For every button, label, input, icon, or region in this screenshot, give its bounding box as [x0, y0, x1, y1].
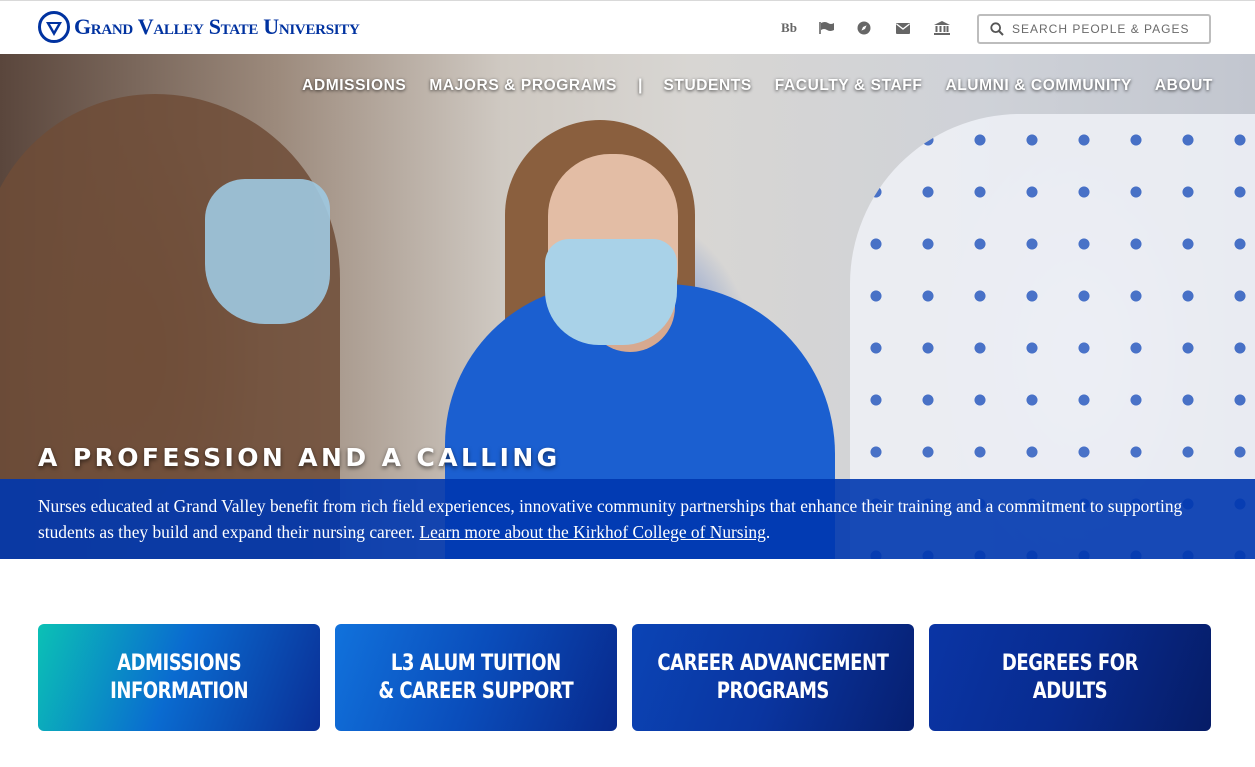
hero-headline: A Profession and a Calling [38, 443, 561, 472]
card-label: Degrees for Adults [1001, 650, 1139, 704]
main-navigation: Admissions Majors & Programs | Students … [302, 77, 1213, 95]
l3-alum-tuition-card[interactable]: L3 Alum Tuition & Career Support [335, 624, 617, 731]
nav-students[interactable]: Students [663, 77, 751, 95]
nav-about[interactable]: About [1155, 77, 1213, 95]
hero-caption-bar: Nurses educated at Grand Valley benefit … [0, 479, 1255, 559]
search-icon [990, 22, 1004, 36]
mail-icon[interactable] [892, 18, 914, 38]
nav-admissions[interactable]: Admissions [302, 77, 406, 95]
gvsu-logo-link[interactable]: Grand Valley State University [38, 10, 360, 44]
degrees-for-adults-card[interactable]: Degrees for Adults [929, 624, 1211, 731]
blackboard-label: Bb [781, 20, 797, 35]
card-label: Admissions Information [110, 650, 248, 704]
blackboard-icon[interactable]: Bb [778, 18, 800, 38]
card-label: Career Advancement Programs [657, 650, 889, 704]
search-input[interactable] [1012, 22, 1192, 36]
hero-banner: Admissions Majors & Programs | Students … [0, 54, 1255, 559]
hero-photo-mask [545, 239, 677, 345]
nursing-college-link[interactable]: Learn more about the Kirkhof College of … [420, 522, 766, 542]
gvsu-logo-icon [38, 11, 70, 43]
admissions-information-card[interactable]: Admissions Information [38, 624, 320, 731]
nav-alumni-community[interactable]: Alumni & Community [945, 77, 1131, 95]
flag-icon[interactable] [816, 18, 838, 38]
career-advancement-card[interactable]: Career Advancement Programs [632, 624, 914, 731]
hero-caption: Nurses educated at Grand Valley benefit … [38, 493, 1198, 545]
compass-icon[interactable] [853, 18, 875, 38]
nav-faculty-staff[interactable]: Faculty & Staff [775, 77, 923, 95]
bank-icon[interactable] [931, 18, 953, 38]
search-box[interactable] [977, 14, 1211, 44]
card-label: L3 Alum Tuition & Career Support [378, 650, 574, 704]
nav-separator: | [637, 77, 643, 94]
nav-majors-programs[interactable]: Majors & Programs [429, 77, 617, 95]
hero-caption-end: . [765, 522, 771, 542]
logo-text: Grand Valley State University [74, 14, 360, 39]
hero-photo-mask-left [205, 179, 330, 324]
site-header: Grand Valley State University Bb [0, 0, 1255, 54]
